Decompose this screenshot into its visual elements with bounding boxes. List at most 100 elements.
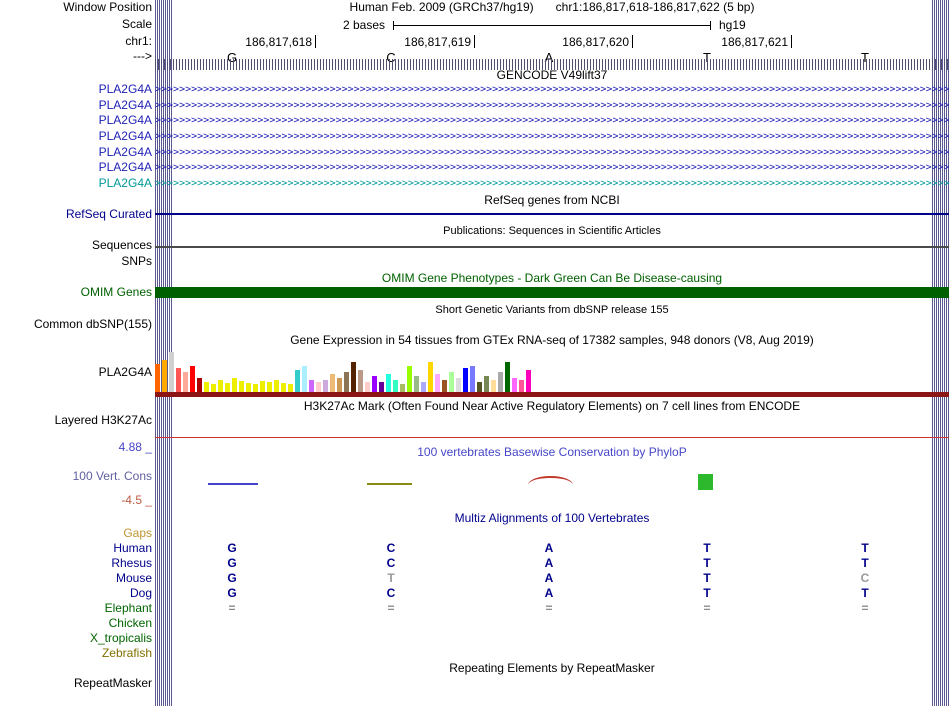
gene-label[interactable]: PLA2G4A: [0, 161, 152, 174]
gtex-expression-bar[interactable]: [470, 366, 475, 392]
multiz-row-elephant[interactable]: Elephant = = = = =: [0, 601, 950, 616]
transcript-direction-arrows[interactable]: >>>>>>>>>>>>>>>>>>>>>>>>>>>>>>>>>>>>>>>>…: [155, 160, 949, 176]
dbsnp-track-label[interactable]: Common dbSNP(155): [0, 318, 152, 331]
multiz-row-zebrafish[interactable]: Zebrafish: [0, 646, 950, 661]
gencode-transcript[interactable]: PLA2G4A >>>>>>>>>>>>>>>>>>>>>>>>>>>>>>>>>…: [0, 160, 950, 176]
gtex-expression-bar[interactable]: [295, 370, 300, 392]
gene-label[interactable]: PLA2G4A: [0, 130, 152, 143]
gtex-expression-bar[interactable]: [309, 380, 314, 392]
conservation-mark-bar[interactable]: [698, 474, 713, 490]
gencode-transcript[interactable]: PLA2G4A >>>>>>>>>>>>>>>>>>>>>>>>>>>>>>>>>…: [0, 113, 950, 129]
multiz-species-label[interactable]: Dog: [0, 587, 152, 600]
phylop-track-title[interactable]: 100 vertebrates Basewise Conservation by…: [155, 446, 949, 459]
gtex-expression-bar[interactable]: [379, 382, 384, 392]
gtex-expression-bar[interactable]: [225, 383, 230, 392]
gtex-expression-bar[interactable]: [344, 372, 349, 392]
gencode-track-title[interactable]: GENCODE V49lift37: [155, 69, 949, 82]
gene-label[interactable]: PLA2G4A: [0, 177, 152, 190]
refseq-track-title[interactable]: RefSeq genes from NCBI: [155, 194, 949, 207]
gtex-expression-bar[interactable]: [372, 376, 377, 392]
omim-gene-bar[interactable]: [155, 287, 949, 298]
gtex-expression-bar[interactable]: [435, 374, 440, 392]
gtex-expression-bar[interactable]: [512, 378, 517, 392]
transcript-direction-arrows[interactable]: >>>>>>>>>>>>>>>>>>>>>>>>>>>>>>>>>>>>>>>>…: [155, 98, 949, 114]
gtex-expression-bar[interactable]: [386, 374, 391, 392]
gtex-expression-bar[interactable]: [442, 380, 447, 392]
gencode-transcript[interactable]: PLA2G4A >>>>>>>>>>>>>>>>>>>>>>>>>>>>>>>>>…: [0, 129, 950, 145]
gtex-expression-bar[interactable]: [169, 352, 174, 392]
gtex-track-title[interactable]: Gene Expression in 54 tissues from GTEx …: [155, 334, 949, 347]
gtex-expression-bar[interactable]: [197, 378, 202, 392]
gtex-expression-bar[interactable]: [407, 366, 412, 392]
repeatmasker-track-label[interactable]: RepeatMasker: [0, 677, 152, 690]
multiz-species-label[interactable]: Human: [0, 542, 152, 555]
conservation-mark-dash[interactable]: [208, 483, 258, 485]
gencode-transcript[interactable]: PLA2G4A >>>>>>>>>>>>>>>>>>>>>>>>>>>>>>>>>…: [0, 82, 950, 98]
multiz-row-human[interactable]: Human G C A T T: [0, 541, 950, 556]
gtex-expression-bar[interactable]: [239, 381, 244, 392]
gtex-expression-bar[interactable]: [463, 368, 468, 392]
gtex-expression-bar[interactable]: [204, 382, 209, 392]
gtex-expression-bar[interactable]: [267, 382, 272, 392]
gtex-expression-bar[interactable]: [456, 378, 461, 392]
gtex-expression-bar[interactable]: [253, 384, 258, 392]
gtex-expression-bar[interactable]: [246, 383, 251, 392]
gtex-expression-bar[interactable]: [358, 370, 363, 392]
gtex-expression-bar[interactable]: [162, 360, 167, 392]
gtex-expression-bar[interactable]: [274, 380, 279, 392]
multiz-row-rhesus[interactable]: Rhesus G C A T T: [0, 556, 950, 571]
gtex-expression-bar[interactable]: [211, 384, 216, 392]
multiz-species-label[interactable]: Rhesus: [0, 557, 152, 570]
gtex-expression-bar[interactable]: [414, 376, 419, 392]
publications-track-label[interactable]: Sequences: [0, 239, 152, 252]
gtex-expression-bar[interactable]: [393, 380, 398, 392]
gtex-expression-bar[interactable]: [484, 376, 489, 392]
omim-track-title[interactable]: OMIM Gene Phenotypes - Dark Green Can Be…: [155, 272, 949, 285]
gtex-expression-bar[interactable]: [232, 378, 237, 392]
h3k27ac-signal-line[interactable]: [155, 437, 949, 438]
repeatmasker-track-title[interactable]: Repeating Elements by RepeatMasker: [155, 662, 949, 675]
publications-track-title[interactable]: Publications: Sequences in Scientific Ar…: [155, 225, 949, 238]
gencode-transcript[interactable]: PLA2G4A >>>>>>>>>>>>>>>>>>>>>>>>>>>>>>>>>…: [0, 145, 950, 161]
gene-label[interactable]: PLA2G4A: [0, 98, 152, 112]
gtex-expression-bar[interactable]: [218, 380, 223, 392]
gtex-expression-bar[interactable]: [155, 364, 160, 392]
gtex-expression-bar[interactable]: [190, 366, 195, 392]
multiz-row-dog[interactable]: Dog G C A T T: [0, 586, 950, 601]
gtex-expression-bar[interactable]: [519, 380, 524, 392]
transcript-direction-arrows[interactable]: >>>>>>>>>>>>>>>>>>>>>>>>>>>>>>>>>>>>>>>>…: [155, 82, 949, 98]
multiz-species-label[interactable]: Gaps: [0, 527, 152, 540]
gtex-expression-bar[interactable]: [365, 382, 370, 392]
transcript-direction-arrows[interactable]: >>>>>>>>>>>>>>>>>>>>>>>>>>>>>>>>>>>>>>>>…: [155, 176, 949, 192]
gencode-transcript[interactable]: PLA2G4A >>>>>>>>>>>>>>>>>>>>>>>>>>>>>>>>>…: [0, 98, 950, 114]
transcript-direction-arrows[interactable]: >>>>>>>>>>>>>>>>>>>>>>>>>>>>>>>>>>>>>>>>…: [155, 129, 949, 145]
gtex-expression-bar[interactable]: [316, 382, 321, 392]
multiz-species-label[interactable]: Elephant: [0, 602, 152, 615]
gtex-expression-bar[interactable]: [477, 382, 482, 392]
gtex-expression-bar[interactable]: [323, 380, 328, 392]
multiz-species-label[interactable]: Mouse: [0, 572, 152, 585]
gtex-expression-bar[interactable]: [183, 372, 188, 392]
gtex-expression-bar[interactable]: [505, 362, 510, 392]
refseq-track-label[interactable]: RefSeq Curated: [0, 208, 152, 221]
gencode-transcript[interactable]: PLA2G4A >>>>>>>>>>>>>>>>>>>>>>>>>>>>>>>>>…: [0, 176, 950, 192]
conservation-mark-arc[interactable]: [528, 476, 573, 485]
gene-label[interactable]: PLA2G4A: [0, 145, 152, 159]
gtex-baseline-bar[interactable]: [155, 392, 949, 397]
gene-label[interactable]: PLA2G4A: [0, 114, 152, 127]
gtex-expression-bar[interactable]: [428, 362, 433, 392]
gtex-expression-bar[interactable]: [260, 381, 265, 392]
gtex-expression-bar[interactable]: [400, 384, 405, 392]
transcript-direction-arrows[interactable]: >>>>>>>>>>>>>>>>>>>>>>>>>>>>>>>>>>>>>>>>…: [155, 145, 949, 161]
gtex-expression-bar[interactable]: [491, 380, 496, 392]
transcript-direction-arrows[interactable]: >>>>>>>>>>>>>>>>>>>>>>>>>>>>>>>>>>>>>>>>…: [155, 113, 949, 129]
phylop-track-label[interactable]: 100 Vert. Cons: [0, 470, 152, 483]
multiz-row-x_tropicalis[interactable]: X_tropicalis: [0, 631, 950, 646]
dbsnp-track-title[interactable]: Short Genetic Variants from dbSNP releas…: [155, 304, 949, 317]
h3k27ac-track-title[interactable]: H3K27Ac Mark (Often Found Near Active Re…: [155, 400, 949, 413]
omim-track-label[interactable]: OMIM Genes: [0, 286, 152, 299]
gtex-expression-bar[interactable]: [176, 368, 181, 392]
gtex-expression-bar[interactable]: [337, 378, 342, 392]
multiz-row-gaps[interactable]: Gaps: [0, 526, 950, 541]
multiz-species-label[interactable]: Chicken: [0, 617, 152, 630]
